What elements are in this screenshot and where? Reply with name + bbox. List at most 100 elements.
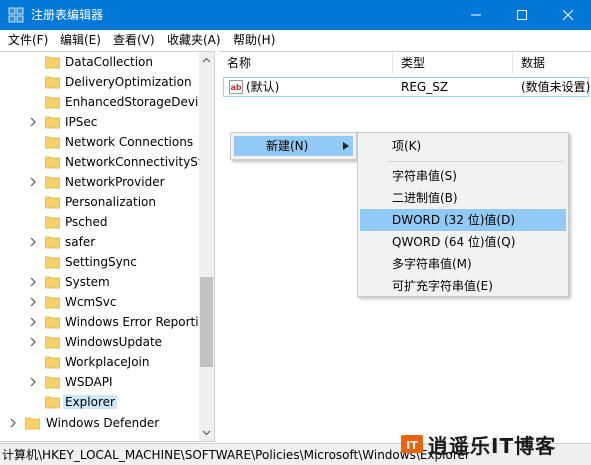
scroll-down-arrow-icon[interactable] (202, 428, 211, 437)
tree-item[interactable]: Personalization (0, 192, 200, 212)
tree-item-windows-defender[interactable]: Windows Defender (0, 413, 200, 433)
tree-item[interactable]: NetworkProvider (0, 172, 200, 192)
svg-text:ab: ab (230, 83, 241, 92)
tree-item[interactable]: WSDAPI (0, 372, 200, 392)
submenu-item-dword[interactable]: DWORD (32 位)值(D) (360, 209, 566, 231)
folder-icon (45, 316, 60, 329)
tree-item-label: safer (65, 235, 96, 249)
folder-icon (45, 396, 60, 409)
submenu-item-string[interactable]: 字符串值(S) (360, 165, 566, 187)
tree-item[interactable]: Explorer (0, 392, 200, 412)
folder-icon (45, 156, 60, 169)
watermark-logo-icon: IT (401, 435, 423, 453)
tree-item-label: System (65, 275, 110, 289)
tree-item[interactable]: DataCollection (0, 52, 200, 72)
menu-item-new[interactable]: 新建(N) (234, 136, 353, 156)
tree-item[interactable]: SettingSync (0, 252, 200, 272)
submenu-arrow-icon (343, 142, 349, 150)
tree-item[interactable]: NetworkConnectivitySta (0, 152, 210, 172)
watermark-text: 逍遥乐IT博客 (428, 434, 557, 458)
tree-item-label: IPSec (65, 115, 98, 129)
submenu-item-qword[interactable]: QWORD (64 位)值(Q) (360, 231, 566, 253)
minimize-icon (471, 14, 481, 16)
submenu-item-expandable-string[interactable]: 可扩充字符串值(E) (360, 275, 566, 297)
scroll-thumb[interactable] (200, 277, 213, 367)
maximize-icon (517, 10, 527, 20)
tree-item-label: NetworkProvider (65, 175, 165, 189)
folder-icon (45, 96, 60, 109)
column-header-name[interactable]: 名称 (219, 52, 393, 74)
tree-item[interactable]: WcmSvc (0, 292, 200, 312)
tree-item[interactable]: WindowsUpdate (0, 332, 200, 352)
expand-arrow-icon[interactable] (28, 377, 38, 387)
scroll-up-arrow-icon[interactable] (202, 56, 211, 65)
tree-item-label: EnhancedStorageDevic (65, 95, 205, 109)
tree-item-label: WindowsUpdate (65, 335, 163, 349)
tree-item-label: Personalization (65, 195, 156, 209)
submenu-item-label: QWORD (64 位)值(Q) (392, 235, 516, 249)
tree-item-label: NetworkConnectivitySta (65, 155, 210, 169)
tree-item-label: WorkplaceJoin (65, 355, 150, 369)
value-type: REG_SZ (401, 80, 449, 94)
tree-item-label: SettingSync (65, 255, 137, 269)
menu-view[interactable]: 查看(V) (113, 33, 155, 48)
menu-help[interactable]: 帮助(H) (233, 33, 275, 48)
value-row[interactable]: ab (默认) REG_SZ (数值未设置) (223, 77, 590, 97)
expand-arrow-icon[interactable] (28, 317, 38, 327)
expand-arrow-icon[interactable] (28, 277, 38, 287)
submenu-item-binary[interactable]: 二进制值(B) (360, 187, 566, 209)
menu-favorites[interactable]: 收藏夹(A) (167, 33, 221, 48)
folder-icon (45, 296, 60, 309)
expand-arrow-icon[interactable] (28, 297, 38, 307)
tree-item[interactable]: safer (0, 232, 200, 252)
column-header-type[interactable]: 类型 (393, 52, 513, 74)
folder-icon (45, 196, 60, 209)
tree-item[interactable]: EnhancedStorageDevic (0, 92, 205, 112)
submenu-item-label: 二进制值(B) (392, 191, 458, 205)
title-bar: 注册表编辑器 (0, 0, 591, 30)
close-button[interactable] (545, 0, 591, 30)
submenu-item-multi-string[interactable]: 多字符串值(M) (360, 253, 566, 275)
menu-edit[interactable]: 编辑(E) (60, 33, 101, 48)
expand-arrow-icon[interactable] (28, 117, 38, 127)
menu-separator (388, 161, 563, 162)
folder-icon (45, 136, 60, 149)
expand-arrow-icon[interactable] (8, 418, 18, 428)
tree-item[interactable]: DeliveryOptimization (0, 72, 200, 92)
folder-icon (45, 56, 60, 69)
svg-text:IT: IT (406, 439, 418, 452)
tree-item[interactable]: Psched (0, 212, 200, 232)
tree-scrollbar[interactable] (199, 52, 214, 441)
minimize-button[interactable] (453, 0, 499, 30)
submenu-item-key[interactable]: 项(K) (360, 135, 566, 157)
new-submenu: 项(K) 字符串值(S) 二进制值(B) DWORD (32 位)值(D) QW… (357, 132, 569, 297)
menu-bar: 文件(F) 编辑(E) 查看(V) 收藏夹(A) 帮助(H) (0, 30, 591, 51)
window-title: 注册表编辑器 (31, 8, 104, 22)
tree-item[interactable]: WorkplaceJoin (0, 352, 200, 372)
tree-item-label: Network Connections (65, 135, 194, 149)
menu-item-label: 新建(N) (266, 139, 309, 153)
submenu-item-label: 可扩充字符串值(E) (392, 279, 493, 293)
tree-item[interactable]: Network Connections (0, 132, 200, 152)
folder-icon (45, 236, 60, 249)
maximize-button[interactable] (499, 0, 545, 30)
tree-item-label: Windows Error Reporti (65, 315, 199, 329)
submenu-item-label: DWORD (32 位)值(D) (392, 213, 515, 227)
expand-arrow-icon[interactable] (28, 177, 38, 187)
registry-editor-icon (8, 7, 24, 23)
tree-item-label: DataCollection (65, 55, 154, 69)
tree-item[interactable]: System (0, 272, 200, 292)
key-tree[interactable]: DataCollection DeliveryOptimization Enhanc… (0, 51, 215, 442)
tree-item-label: DeliveryOptimization (65, 75, 192, 89)
expand-arrow-icon[interactable] (28, 237, 38, 247)
menu-file[interactable]: 文件(F) (8, 33, 48, 48)
folder-icon (45, 376, 60, 389)
expand-arrow-icon[interactable] (28, 337, 38, 347)
tree-item[interactable]: IPSec (0, 112, 200, 132)
tree-item-label: Psched (65, 215, 108, 229)
tree-item[interactable]: Windows Error Reporti (0, 312, 200, 332)
submenu-item-label: 项(K) (392, 139, 422, 153)
column-header-data[interactable]: 数据 (513, 52, 591, 74)
folder-icon (45, 116, 60, 129)
folder-icon (45, 76, 60, 89)
